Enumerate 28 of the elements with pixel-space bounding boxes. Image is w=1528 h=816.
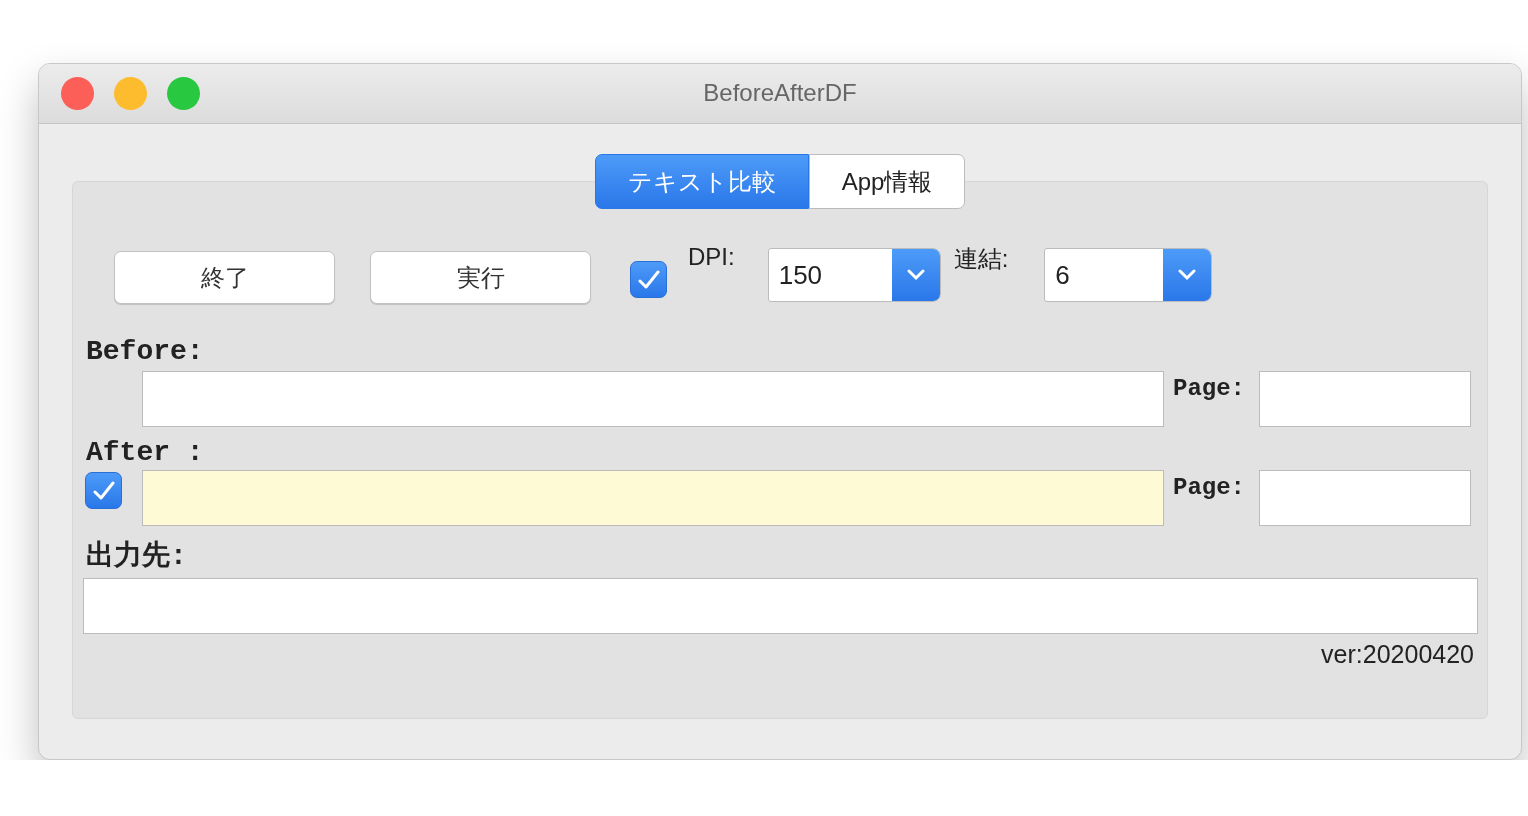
quit-button[interactable]: 終了 — [114, 251, 335, 304]
checkmark-icon — [637, 269, 660, 290]
window-title: BeforeAfterDF — [703, 79, 857, 107]
after-label: After : — [86, 437, 204, 468]
tab[interactable]: App情報 — [808, 154, 966, 209]
page-label: Page: — [1173, 375, 1245, 402]
output-folder-field[interactable] — [83, 578, 1478, 634]
minimize-button[interactable] — [114, 77, 147, 110]
link-label: 連結: — [953, 244, 1009, 274]
after-file-field[interactable] — [142, 470, 1164, 526]
page-label: Page: — [1173, 474, 1245, 501]
combo-box[interactable]: 6 — [1044, 248, 1213, 302]
chevron-down-icon — [906, 269, 925, 281]
run-button[interactable]: 実行 — [370, 251, 591, 304]
zoom-button[interactable] — [167, 77, 200, 110]
checkbox[interactable] — [85, 472, 122, 509]
version-label: ver:20200420 — [1321, 640, 1474, 668]
combo-box[interactable]: 150 — [767, 248, 941, 302]
checkmark-icon — [92, 480, 115, 501]
before-label: Before: — [86, 336, 204, 367]
chevron-down-icon — [1178, 269, 1197, 281]
close-button[interactable] — [61, 77, 94, 110]
page-field[interactable] — [1259, 470, 1471, 526]
before-file-field[interactable] — [142, 371, 1164, 427]
dpi-label: DPI: — [688, 243, 735, 271]
output-label: 出力先: — [86, 541, 187, 572]
page-field[interactable] — [1259, 371, 1471, 427]
checkbox[interactable] — [630, 261, 667, 298]
